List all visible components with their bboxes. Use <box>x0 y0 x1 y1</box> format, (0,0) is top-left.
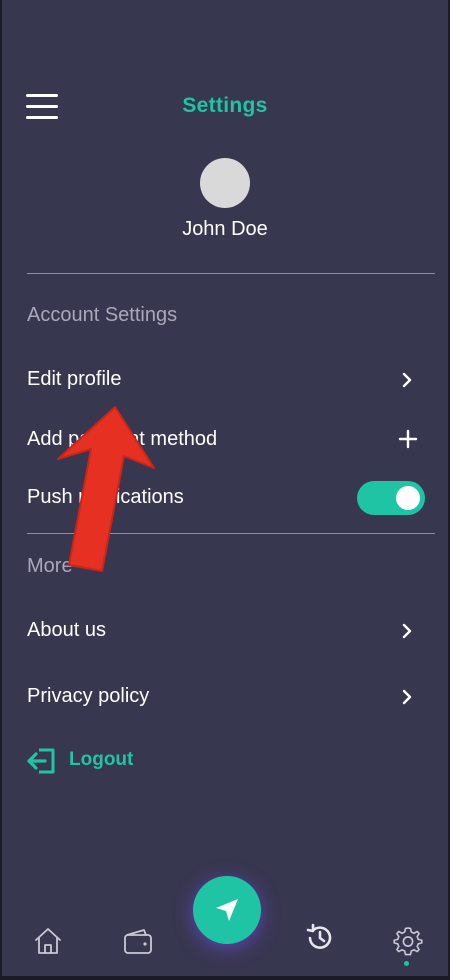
edit-profile-row[interactable]: Edit profile <box>27 360 427 400</box>
privacy-policy-label: Privacy policy <box>27 685 150 707</box>
chevron-right-icon <box>402 623 412 639</box>
add-payment-method-label: Add payment method <box>27 428 218 450</box>
privacy-policy-row[interactable]: Privacy policy <box>27 677 427 717</box>
push-notifications-row: Push notifications <box>27 478 427 518</box>
about-us-label: About us <box>27 619 106 641</box>
divider <box>27 533 435 534</box>
navigate-icon <box>216 899 238 921</box>
plus-icon <box>398 429 418 449</box>
edit-profile-label: Edit profile <box>27 368 122 390</box>
settings-screen: Settings John Doe Account Settings Edit … <box>2 0 448 976</box>
add-payment-method-row[interactable]: Add payment method <box>27 420 427 460</box>
active-tab-indicator <box>404 961 409 966</box>
toggle-knob <box>396 486 420 510</box>
push-notifications-label: Push notifications <box>27 486 184 508</box>
chevron-right-icon <box>402 372 412 388</box>
divider <box>27 273 435 274</box>
logout-icon <box>27 748 55 774</box>
chevron-right-icon <box>402 689 412 705</box>
logout-button[interactable]: Logout <box>27 745 147 777</box>
account-settings-heading: Account Settings <box>27 304 178 326</box>
history-icon[interactable] <box>304 922 336 954</box>
push-notifications-toggle[interactable] <box>357 481 425 515</box>
logout-label: Logout <box>69 749 134 770</box>
wallet-icon[interactable] <box>122 925 154 957</box>
home-icon[interactable] <box>32 925 64 957</box>
avatar[interactable] <box>200 158 250 208</box>
user-name: John Doe <box>182 218 268 240</box>
page-title: Settings <box>182 94 268 117</box>
more-heading: More <box>27 555 73 577</box>
settings-icon[interactable] <box>392 925 424 957</box>
about-us-row[interactable]: About us <box>27 611 427 651</box>
navigate-button[interactable] <box>193 876 261 944</box>
